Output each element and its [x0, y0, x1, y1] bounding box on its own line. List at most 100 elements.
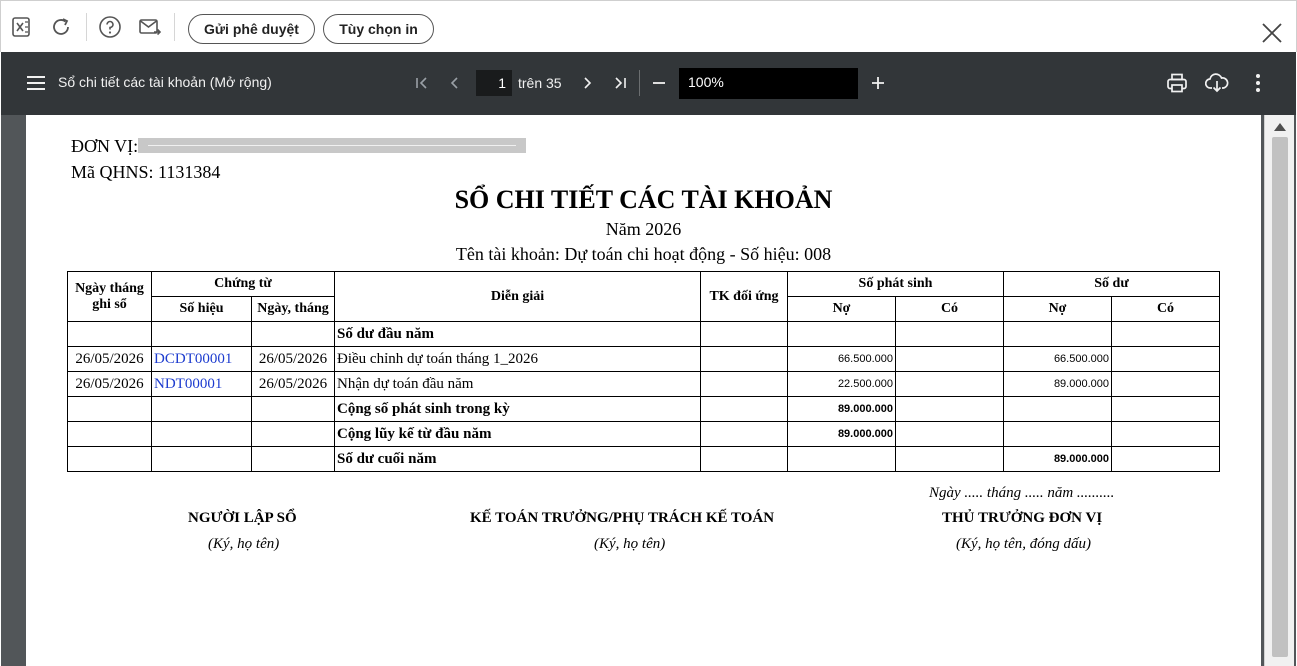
cell-voucher-no [151, 421, 252, 447]
cell-contra [700, 346, 788, 372]
cell-balance-credit [1111, 321, 1220, 347]
download-icon[interactable] [1204, 70, 1230, 96]
last-page-icon[interactable] [607, 70, 633, 96]
cell-date [67, 321, 152, 347]
table-row: Số dư cuối năm 89.000.000 [67, 446, 1220, 472]
header-arising: Số phát sinh [787, 271, 1004, 297]
close-icon[interactable] [1260, 21, 1284, 45]
cell-description: Cộng lũy kế từ đầu năm [334, 421, 701, 447]
cell-date [67, 421, 152, 447]
qhns-code: Mã QHNS: 1131384 [71, 162, 221, 182]
cell-balance-credit [1111, 396, 1220, 422]
head-of-unit-note: (Ký, họ tên, đóng dấu) [956, 536, 1091, 552]
header-date: Ngày tháng ghi sổ [67, 271, 152, 322]
more-options-icon[interactable] [1245, 70, 1271, 96]
cell-balance-credit [1111, 421, 1220, 447]
voucher-link[interactable]: NDT00001 [151, 371, 252, 397]
refresh-icon[interactable] [49, 15, 73, 39]
cell-date [67, 446, 152, 472]
cell-voucher-no [151, 321, 252, 347]
cell-date: 26/05/2026 [67, 371, 152, 397]
header-arising-credit: Có [895, 296, 1004, 322]
cell-balance-debit [1003, 421, 1112, 447]
cell-arising-credit [895, 321, 1004, 347]
cell-voucher-date: 26/05/2026 [251, 371, 335, 397]
header-contra-account: TK đối ứng [700, 271, 788, 322]
chief-accountant-note: (Ký, họ tên) [594, 536, 666, 552]
cell-balance-credit [1111, 371, 1220, 397]
redacted-unit-name [138, 138, 526, 153]
toolbar-divider [174, 13, 175, 41]
print-options-button[interactable]: Tùy chọn in [323, 14, 434, 44]
cell-date: 26/05/2026 [67, 346, 152, 372]
chief-accountant-title: KẾ TOÁN TRƯỞNG/PHỤ TRÁCH KẾ TOÁN [470, 510, 775, 526]
cell-voucher-date [251, 446, 335, 472]
pdf-page: ĐƠN VỊ: Mã QHNS: 1131384 SỔ CHI TIẾT CÁC… [26, 115, 1261, 666]
cell-arising-credit [895, 396, 1004, 422]
previous-page-icon[interactable] [442, 70, 468, 96]
scrollbar-thumb[interactable] [1272, 137, 1288, 657]
zoom-input[interactable]: 100% [679, 68, 858, 99]
report-title: SỔ CHI TIẾT CÁC TÀI KHOẢN [454, 185, 833, 214]
toolbar-divider [86, 13, 87, 41]
report-account: Tên tài khoản: Dự toán chi hoạt động - S… [455, 244, 832, 264]
cell-description: Nhận dự toán đầu năm [334, 371, 701, 397]
table-row: Cộng số phát sinh trong kỳ 89.000.000 [67, 396, 1220, 422]
toolbar-divider [639, 70, 640, 96]
send-mail-icon[interactable] [138, 15, 162, 39]
preparer-title: NGƯỜI LẬP SỔ [188, 510, 297, 526]
cell-arising-debit [787, 446, 896, 472]
document-title: Sổ chi tiết các tài khoản (Mở rộng) [58, 74, 272, 90]
header-balance-debit: Nợ [1003, 296, 1112, 322]
cell-voucher-date: 26/05/2026 [251, 346, 335, 372]
page-number-input[interactable]: 1 [476, 70, 512, 96]
pdf-viewer: ĐƠN VỊ: Mã QHNS: 1131384 SỔ CHI TIẾT CÁC… [1, 115, 1296, 666]
cell-arising-credit [895, 446, 1004, 472]
cell-balance-debit [1003, 321, 1112, 347]
zoom-in-icon[interactable] [865, 70, 891, 96]
table-row: Số dư đầu năm [67, 321, 1220, 347]
header-voucher: Chứng từ [151, 271, 335, 297]
cell-balance-debit: 89.000.000 [1003, 446, 1112, 472]
voucher-link[interactable]: DCDT00001 [151, 346, 252, 372]
cell-arising-credit [895, 346, 1004, 372]
cell-arising-debit: 89.000.000 [787, 396, 896, 422]
print-icon[interactable] [1164, 70, 1190, 96]
signature-date-line: Ngày ..... tháng ..... năm .......... [929, 485, 1115, 501]
vertical-scrollbar[interactable] [1264, 115, 1294, 666]
cell-description: Cộng số phát sinh trong kỳ [334, 396, 701, 422]
preparer-note: (Ký, họ tên) [208, 536, 280, 552]
head-of-unit-title: THỦ TRƯỞNG ĐƠN VỊ [942, 510, 1103, 526]
report-year: Năm 2026 [605, 219, 682, 239]
pdf-toolbar: Sổ chi tiết các tài khoản (Mở rộng) 1 tr… [1, 52, 1296, 115]
cell-description: Điều chỉnh dự toán tháng 1_2026 [334, 346, 701, 372]
menu-icon[interactable] [25, 73, 47, 93]
cell-arising-debit: 66.500.000 [787, 346, 896, 372]
header-balance-credit: Có [1111, 296, 1220, 322]
cell-balance-debit [1003, 396, 1112, 422]
excel-icon[interactable] [9, 15, 33, 39]
help-icon[interactable] [98, 15, 122, 39]
send-approval-button[interactable]: Gửi phê duyệt [188, 14, 315, 44]
cell-contra [700, 321, 788, 347]
cell-arising-credit [895, 421, 1004, 447]
zoom-out-icon[interactable] [646, 70, 672, 96]
first-page-icon[interactable] [409, 70, 435, 96]
cell-description: Số dư cuối năm [334, 446, 701, 472]
header-description: Diễn giải [334, 271, 701, 322]
cell-arising-debit: 89.000.000 [787, 421, 896, 447]
page-count-label: trên 35 [518, 75, 562, 91]
header-voucher-no: Số hiệu [151, 296, 252, 322]
table-row: Cộng lũy kế từ đầu năm 89.000.000 [67, 421, 1220, 447]
next-page-icon[interactable] [574, 70, 600, 96]
header-arising-debit: Nợ [787, 296, 896, 322]
cell-balance-credit [1111, 346, 1220, 372]
unit-label: ĐƠN VỊ: [71, 136, 139, 156]
cell-voucher-date [251, 396, 335, 422]
table-row: 26/05/2026 NDT00001 26/05/2026 Nhận dự t… [67, 371, 1220, 397]
cell-voucher-date [251, 321, 335, 347]
scroll-up-icon[interactable] [1274, 123, 1286, 131]
cell-arising-debit [787, 321, 896, 347]
cell-date [67, 396, 152, 422]
cell-contra [700, 421, 788, 447]
